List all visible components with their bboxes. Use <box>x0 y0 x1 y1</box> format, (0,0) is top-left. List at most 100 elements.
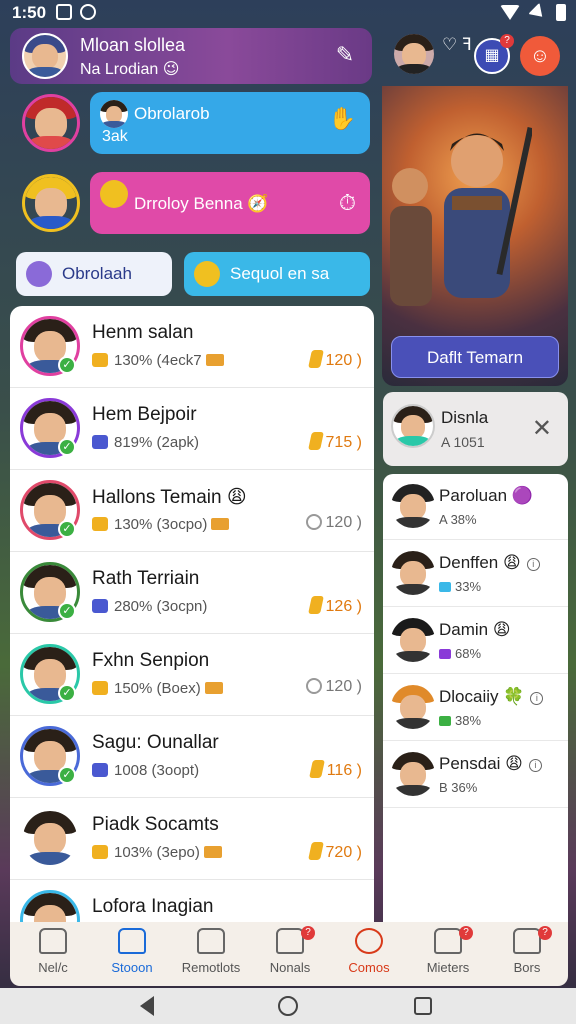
stat-icon <box>92 681 108 695</box>
screen-record-icon <box>56 4 72 20</box>
leaderboard-row[interactable]: ✓ Rath Terriain 280% (3ocpn) 126 ) <box>10 552 374 634</box>
nav-item[interactable]: ? Mieters <box>409 926 487 984</box>
back-icon[interactable] <box>140 996 154 1016</box>
info-icon[interactable]: i <box>528 759 542 772</box>
leaderboard-row[interactable]: ✓ Hallons Temain 😩 130% (3ocpo) 120 ) <box>10 470 374 552</box>
player-stat-text: 150% (Boex) <box>114 680 201 697</box>
friend-row[interactable]: Pensdai 😩 i B 36% <box>383 742 568 808</box>
chat-avatar[interactable] <box>22 94 80 152</box>
friend-row[interactable]: Dlocaiiy 🍀 i 38% <box>383 675 568 741</box>
player-avatar[interactable] <box>20 890 80 922</box>
meters-icon <box>434 928 462 954</box>
remote-icon <box>197 928 225 954</box>
friend-stat-text: 68% <box>455 646 482 661</box>
info-icon[interactable]: i <box>526 558 540 571</box>
nav-item[interactable]: Nel/c <box>14 928 92 984</box>
status-icons <box>500 2 566 23</box>
friend-name: Paroluan 🟣 <box>439 486 533 506</box>
gift-badge: ? <box>500 34 514 48</box>
status-indicator: ♡ ꟻ <box>442 35 472 54</box>
nav-item[interactable]: Stooon <box>93 928 171 984</box>
signal-icon <box>528 2 548 23</box>
friend-name-text: Pensdai 😩 <box>439 754 523 773</box>
profile-header[interactable]: Mloan slollea Na Lrodian 😉 ✎ <box>10 28 372 84</box>
player-stat-text: 280% (3ocpn) <box>114 598 208 615</box>
chat-bubble[interactable]: Obrolarob 3ak ✋ <box>90 92 370 154</box>
chat-bubble[interactable]: Drroloy Benna 🧭 ⏱ <box>90 172 370 234</box>
chat-row[interactable]: Obrolarob 3ak ✋ <box>16 92 372 160</box>
shop-icon <box>118 928 146 954</box>
friend-row[interactable]: Damin 😩 68% <box>383 608 568 674</box>
stat-icon <box>92 599 108 613</box>
chat-action-icon[interactable]: ✋ <box>329 106 356 132</box>
leaderboard-row[interactable]: Lofora Inagian <box>10 880 374 922</box>
companion-illustration <box>390 168 432 306</box>
player-stat: 150% (Boex) <box>92 680 223 697</box>
player-avatar[interactable] <box>20 808 80 868</box>
friend-name-text: Paroluan 🟣 <box>439 486 533 505</box>
chat-row[interactable]: Drroloy Benna 🧭 ⏱ <box>16 172 372 240</box>
chat-bubble-avatar <box>100 180 128 208</box>
friend-stat: 68% <box>439 646 481 661</box>
player-score: 116 ) <box>308 760 362 780</box>
player-stat-text: 1008 (3oopt) <box>114 762 200 779</box>
player-stat: 130% (4eck7 <box>92 352 224 369</box>
player-name: Sagu: Ounallar <box>92 732 219 753</box>
friend-avatar[interactable] <box>391 685 435 729</box>
emoji-button[interactable]: ☺ <box>520 36 560 76</box>
system-navigation <box>0 988 576 1024</box>
friend-row[interactable]: Paroluan 🟣 A 38% <box>383 474 568 540</box>
status-bar: 1:50 <box>0 0 576 26</box>
pill-tab[interactable]: Obrolaah <box>16 252 172 296</box>
leaderboard-row[interactable]: ✓ Hem Bejpoir 819% (2apk) 715 ) <box>10 388 374 470</box>
stat-icon <box>92 435 108 449</box>
nav-item[interactable]: Remotlots <box>172 928 250 984</box>
home-icon <box>39 928 67 954</box>
friend-avatar[interactable] <box>391 484 435 528</box>
user-avatar[interactable] <box>394 34 434 74</box>
leaderboard-list[interactable]: ✓ Henm salan 130% (4eck7 120 ) ✓ Hem Bejpoir 8… <box>10 306 374 922</box>
chat-title: Drroloy Benna 🧭 <box>134 194 269 213</box>
player-name: Hem Bejpoir <box>92 404 197 425</box>
leaderboard-row[interactable]: ✓ Henm salan 130% (4eck7 120 ) <box>10 306 374 388</box>
friend-avatar[interactable] <box>391 752 435 796</box>
friend-stat: 33% <box>439 579 481 594</box>
leaderboard-row[interactable]: ✓ Sagu: Ounallar 1008 (3oopt) 116 ) <box>10 716 374 798</box>
edit-icon[interactable]: ✎ <box>330 40 360 70</box>
nav-item[interactable]: ? Nonals <box>251 926 329 984</box>
notes-icon <box>276 928 304 954</box>
verified-icon: ✓ <box>58 602 76 620</box>
recents-icon[interactable] <box>414 997 432 1015</box>
pill-tab[interactable]: Sequol en sa <box>184 252 370 296</box>
nav-badge: ? <box>459 926 473 940</box>
hero-action-button[interactable]: Daflt Temarn <box>391 336 559 378</box>
player-stat-text: 130% (4eck7 <box>114 352 202 369</box>
nav-item[interactable]: Comos <box>330 928 408 984</box>
profile-avatar[interactable] <box>22 33 68 79</box>
friend-row[interactable]: Denffen 😩 i 33% <box>383 541 568 607</box>
verified-icon: ✓ <box>58 520 76 538</box>
pill-label: Obrolaah <box>62 264 132 283</box>
friend-stat-text: 38% <box>455 713 482 728</box>
nav-label: Bors <box>513 960 541 975</box>
chat-avatar[interactable] <box>22 174 80 232</box>
soldier-illustration <box>444 127 532 298</box>
player-score-text: 116 ) <box>326 762 362 779</box>
nav-item[interactable]: ? Bors <box>488 926 566 984</box>
chest-icon <box>204 682 223 694</box>
friend-avatar[interactable] <box>391 618 435 662</box>
leaderboard-row[interactable]: Piadk Socamts 103% (3epo) 720 ) <box>10 798 374 880</box>
info-icon[interactable]: i <box>530 692 544 705</box>
player-score: 720 ) <box>307 842 362 862</box>
home-circle-icon[interactable] <box>278 996 298 1016</box>
leaderboard-row[interactable]: ✓ Fxhn Senpion 150% (Boex) 120 ) <box>10 634 374 716</box>
friends-list[interactable]: Paroluan 🟣 A 38% Denffen 😩 i 33% Damin 😩 68% Dl… <box>383 474 568 922</box>
close-icon[interactable]: ✕ <box>532 414 552 443</box>
player-stat: 819% (2apk) <box>92 434 199 451</box>
player-score-text: 720 ) <box>325 844 362 861</box>
friend-avatar[interactable] <box>391 551 435 595</box>
bottom-navigation: Nel/c Stooon Remotlots? Nonals Comos? Mieters… <box>10 922 568 986</box>
notification-card[interactable]: Disnla A 1051 ✕ <box>383 392 568 466</box>
level-icon <box>439 649 451 659</box>
timer-icon[interactable]: ⏱ <box>339 190 356 216</box>
